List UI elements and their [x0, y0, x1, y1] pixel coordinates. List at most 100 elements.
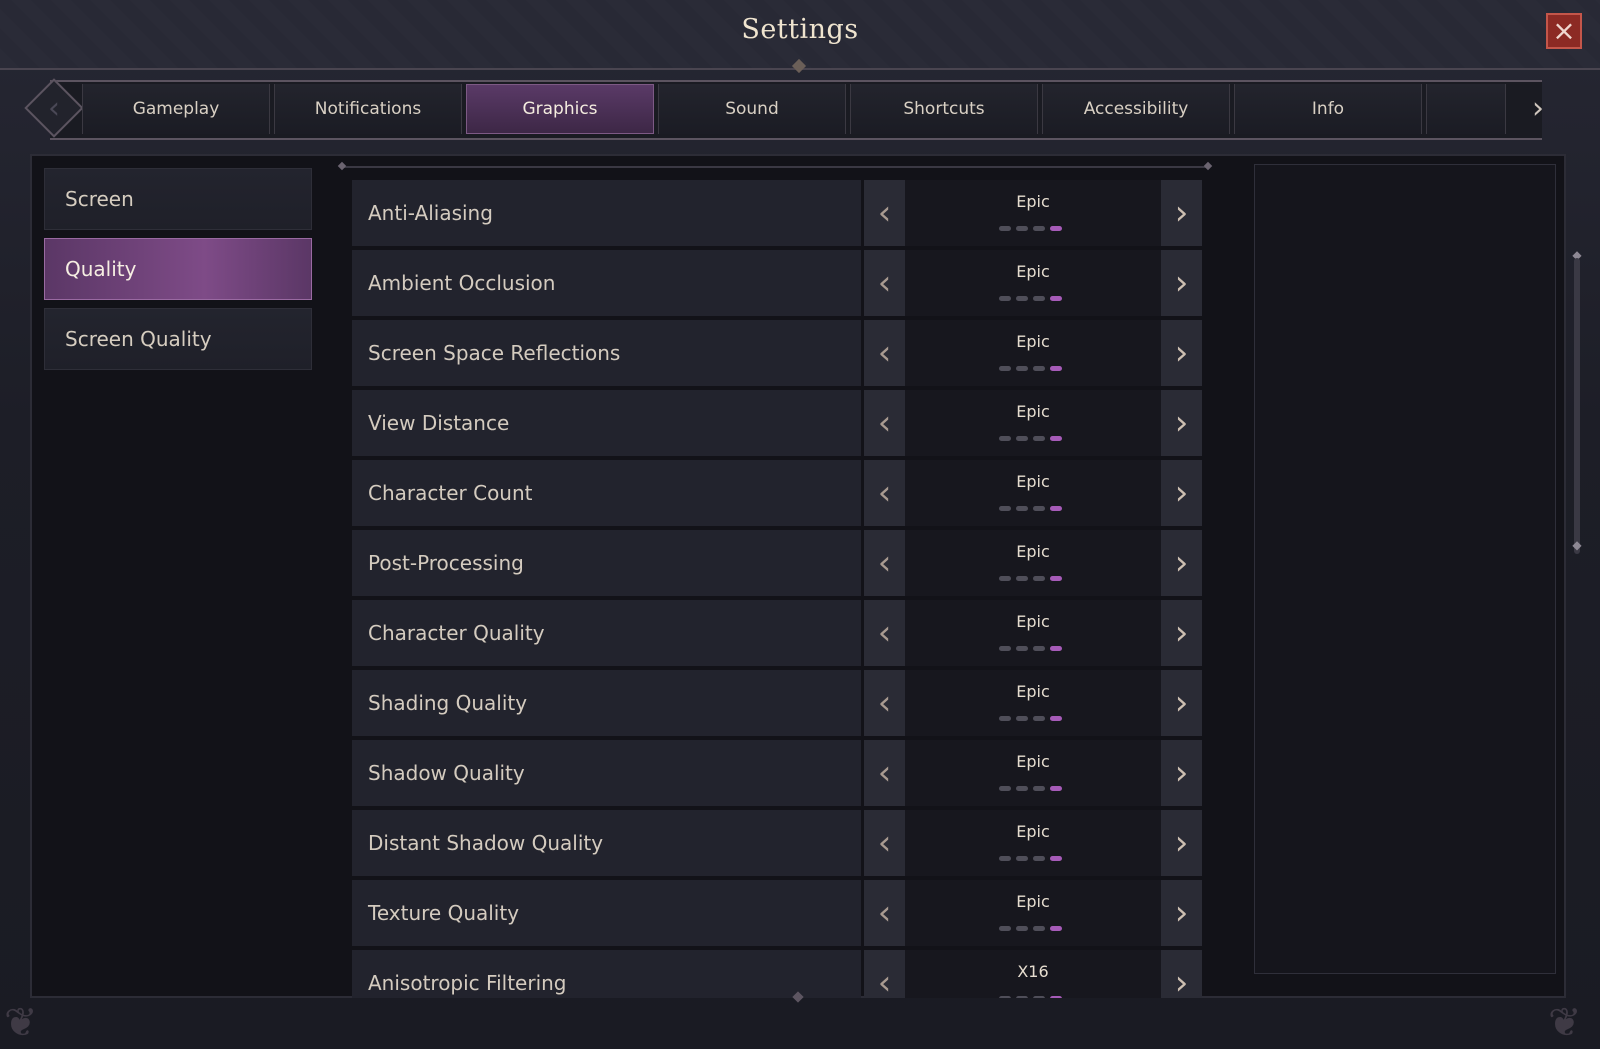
level-dot — [1016, 296, 1028, 301]
setting-selector: ‹ Epic › — [864, 880, 1202, 946]
sidebar-item-quality[interactable]: Quality — [44, 238, 312, 300]
next-value-button[interactable]: › — [1161, 180, 1202, 246]
tab-shortcuts[interactable]: Shortcuts — [850, 84, 1038, 134]
setting-label: Ambient Occlusion — [352, 250, 861, 316]
level-indicator — [999, 856, 1062, 861]
level-dot — [1050, 786, 1062, 791]
scrollbar[interactable] — [1574, 258, 1580, 554]
tab-gameplay[interactable]: Gameplay — [82, 84, 270, 134]
previous-value-button[interactable]: ‹ — [864, 180, 905, 246]
chevron-left-icon: ‹ — [48, 90, 60, 126]
level-dot — [1033, 856, 1045, 861]
next-value-button[interactable]: › — [1161, 810, 1202, 876]
chevron-right-icon: › — [1174, 193, 1189, 233]
previous-value-button[interactable]: ‹ — [864, 950, 905, 998]
level-dot — [999, 646, 1011, 651]
level-dot — [1016, 436, 1028, 441]
setting-value: Epic — [1016, 892, 1050, 911]
window-title: Settings — [741, 14, 859, 45]
level-dot — [1050, 296, 1062, 301]
setting-selector: ‹ Epic › — [864, 250, 1202, 316]
previous-value-button[interactable]: ‹ — [864, 880, 905, 946]
setting-label: Shadow Quality — [352, 740, 861, 806]
setting-row: Texture Quality ‹ Epic › — [352, 880, 1202, 946]
previous-value-button[interactable]: ‹ — [864, 740, 905, 806]
tab-bar: ‹ Gameplay Notifications Graphics Sound Shor… — [24, 78, 1566, 140]
setting-label: Texture Quality — [352, 880, 861, 946]
settings-list[interactable]: Anti-Aliasing ‹ Epic › Ambient Occlusion ‹ Epi… — [352, 180, 1202, 998]
corner-ornament-right: ❦ — [1548, 1000, 1582, 1046]
setting-value: Epic — [1016, 332, 1050, 351]
tab-info[interactable]: Info — [1234, 84, 1422, 134]
tab-scroll-left-button[interactable]: ‹ — [24, 78, 84, 138]
level-dot — [1016, 506, 1028, 511]
next-value-button[interactable]: › — [1161, 530, 1202, 596]
setting-selector: ‹ Epic › — [864, 320, 1202, 386]
previous-value-button[interactable]: ‹ — [864, 320, 905, 386]
previous-value-button[interactable]: ‹ — [864, 530, 905, 596]
level-dot — [1033, 716, 1045, 721]
level-dot — [1050, 646, 1062, 651]
setting-selector: ‹ Epic › — [864, 460, 1202, 526]
setting-value: Epic — [1016, 752, 1050, 771]
setting-label: View Distance — [352, 390, 861, 456]
tab-accessibility[interactable]: Accessibility — [1042, 84, 1230, 134]
previous-value-button[interactable]: ‹ — [864, 390, 905, 456]
level-dot — [999, 926, 1011, 931]
chevron-right-icon: › — [1174, 263, 1189, 303]
main-panel: Screen Quality Screen Quality Anti-Aliasin… — [30, 154, 1566, 998]
previous-value-button[interactable]: ‹ — [864, 600, 905, 666]
level-indicator — [999, 786, 1062, 791]
next-value-button[interactable]: › — [1161, 880, 1202, 946]
close-button[interactable]: × — [1546, 13, 1582, 49]
chevron-right-icon: › — [1174, 333, 1189, 373]
divider — [342, 166, 1208, 168]
tab-scroll-right-button[interactable]: › — [1510, 80, 1566, 136]
setting-selector: ‹ Epic › — [864, 390, 1202, 456]
scroll-down-icon[interactable]: ◆ — [1570, 538, 1584, 552]
chevron-left-icon: ‹ — [877, 333, 892, 373]
next-value-button[interactable]: › — [1161, 460, 1202, 526]
next-value-button[interactable]: › — [1161, 670, 1202, 736]
level-dot — [1016, 366, 1028, 371]
previous-value-button[interactable]: ‹ — [864, 670, 905, 736]
next-value-button[interactable]: › — [1161, 740, 1202, 806]
chevron-left-icon: ‹ — [877, 193, 892, 233]
tab-notifications[interactable]: Notifications — [274, 84, 462, 134]
setting-label: Distant Shadow Quality — [352, 810, 861, 876]
setting-value: Epic — [1016, 822, 1050, 841]
next-value-button[interactable]: › — [1161, 320, 1202, 386]
next-value-button[interactable]: › — [1161, 600, 1202, 666]
next-value-button[interactable]: › — [1161, 250, 1202, 316]
next-value-button[interactable]: › — [1161, 950, 1202, 998]
setting-selector: ‹ X16 › — [864, 950, 1202, 998]
level-dot — [1033, 646, 1045, 651]
level-dot — [1033, 576, 1045, 581]
previous-value-button[interactable]: ‹ — [864, 460, 905, 526]
sidebar-item-screen[interactable]: Screen — [44, 168, 312, 230]
next-value-button[interactable]: › — [1161, 390, 1202, 456]
chevron-right-icon: › — [1174, 613, 1189, 653]
level-dot — [999, 716, 1011, 721]
tab-graphics[interactable]: Graphics — [466, 84, 654, 134]
level-indicator — [999, 926, 1062, 931]
level-indicator — [999, 996, 1062, 998]
level-dot — [999, 366, 1011, 371]
level-dot — [1016, 646, 1028, 651]
previous-value-button[interactable]: ‹ — [864, 810, 905, 876]
tab-overflow[interactable] — [1426, 84, 1506, 134]
level-indicator — [999, 436, 1062, 441]
level-dot — [999, 786, 1011, 791]
level-indicator — [999, 366, 1062, 371]
sidebar-item-screen-quality[interactable]: Screen Quality — [44, 308, 312, 370]
level-indicator — [999, 296, 1062, 301]
chevron-left-icon: ‹ — [877, 893, 892, 933]
setting-selector: ‹ Epic › — [864, 670, 1202, 736]
tab-sound[interactable]: Sound — [658, 84, 846, 134]
level-dot — [999, 226, 1011, 231]
previous-value-button[interactable]: ‹ — [864, 250, 905, 316]
chevron-right-icon: › — [1174, 473, 1189, 513]
level-dot — [1016, 576, 1028, 581]
level-dot — [999, 996, 1011, 998]
level-dot — [1050, 226, 1062, 231]
